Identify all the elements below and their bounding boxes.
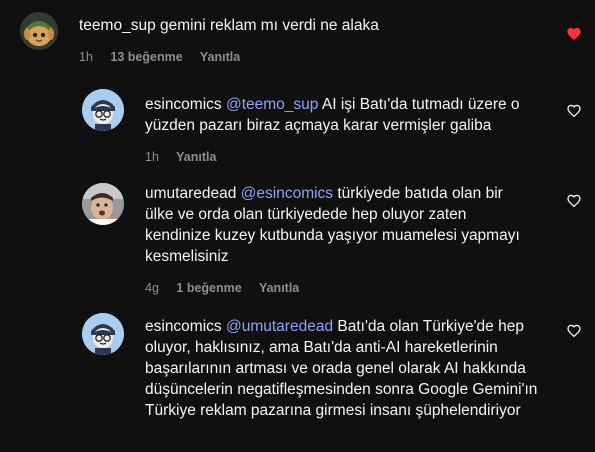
comment-meta: 1h 13 beğenme Yanıtla	[79, 50, 254, 64]
mention-link[interactable]: @umutaredead	[226, 318, 333, 335]
umutaredead-avatar-icon	[82, 183, 124, 225]
comment-text: gemini reklam mı verdi ne alaka	[160, 17, 379, 34]
mention-link[interactable]: @esincomics	[241, 185, 333, 202]
username[interactable]: umutaredead	[145, 185, 236, 202]
username[interactable]: esincomics	[145, 318, 222, 335]
esincomics-avatar-icon	[82, 313, 124, 355]
comment-body: esincomics @teemo_sup AI işi Batı'da tut…	[145, 94, 545, 136]
timestamp: 4g	[145, 281, 159, 295]
avatar[interactable]	[82, 313, 124, 355]
reply-button[interactable]: Yanıtla	[200, 50, 240, 64]
comment-body: umutaredead @esincomics türkiyede batıda…	[145, 183, 525, 267]
timestamp: 1h	[145, 150, 159, 164]
mention-link[interactable]: @teemo_sup	[226, 96, 318, 113]
comment-body: teemo_sup gemini reklam mı verdi ne alak…	[79, 15, 539, 36]
heart-icon[interactable]	[566, 323, 582, 339]
comment-meta: 1h Yanıtla	[145, 150, 230, 164]
likes-count[interactable]: 13 beğenme	[110, 50, 182, 64]
comment-body: esincomics @umutaredead Batı'da olan Tür…	[145, 316, 540, 421]
teemo-avatar-icon	[20, 12, 58, 50]
username[interactable]: esincomics	[145, 96, 222, 113]
heart-icon[interactable]	[566, 193, 582, 209]
username[interactable]: teemo_sup	[79, 17, 156, 34]
avatar[interactable]	[82, 89, 124, 131]
esincomics-avatar-icon	[82, 89, 124, 131]
avatar[interactable]	[20, 12, 58, 50]
comment-meta: 4g 1 beğenme Yanıtla	[145, 281, 313, 295]
heart-icon[interactable]	[566, 26, 582, 42]
timestamp: 1h	[79, 50, 93, 64]
reply-button[interactable]: Yanıtla	[176, 150, 216, 164]
avatar[interactable]	[82, 183, 124, 225]
likes-count[interactable]: 1 beğenme	[176, 281, 241, 295]
reply-button[interactable]: Yanıtla	[259, 281, 299, 295]
heart-icon[interactable]	[566, 103, 582, 119]
